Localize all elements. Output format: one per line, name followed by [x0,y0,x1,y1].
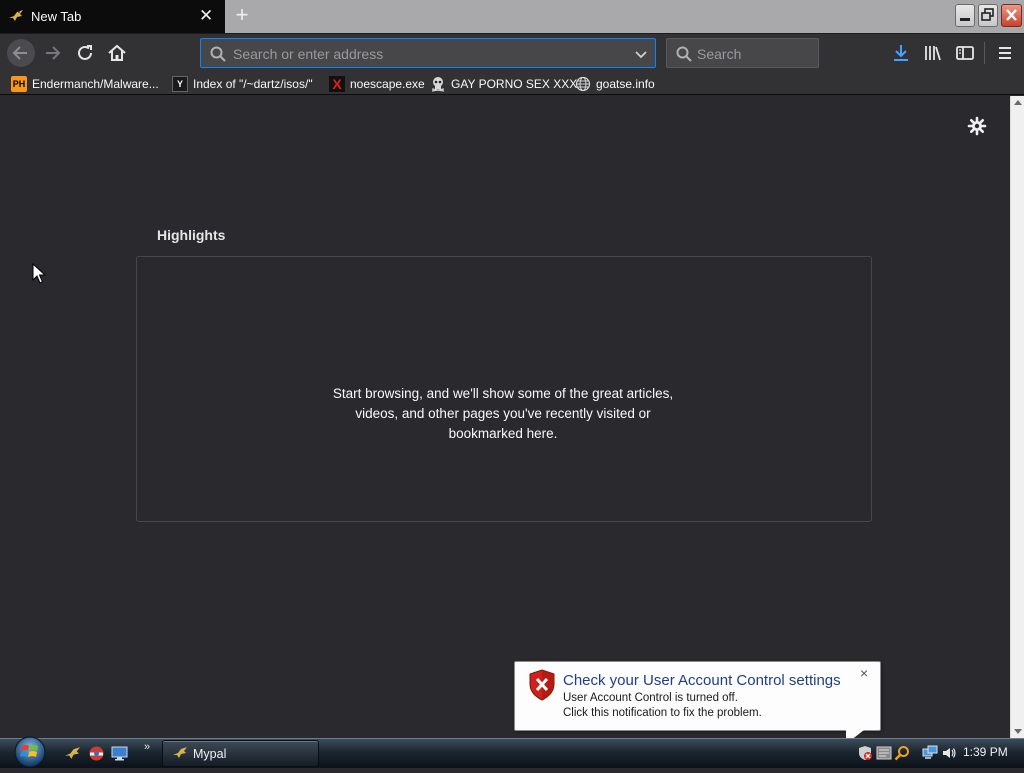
search-icon [894,746,909,761]
bookmark-label: Index of "/~dartz/isos/" [193,77,313,91]
reload-icon [78,45,92,60]
toolbar-separator [984,42,985,64]
menu-button[interactable] [994,42,1016,64]
vertical-scrollbar[interactable] [1010,96,1024,738]
download-icon [894,45,908,61]
restore-icon [981,8,994,21]
settings-gear-button[interactable] [966,115,988,137]
quicklaunch-more-chevron[interactable]: » [144,741,150,753]
mypal-bird-icon [65,747,80,759]
taskbar-button-mypal[interactable]: Mypal [162,740,319,767]
taskbar-button-label: Mypal [193,747,227,761]
hamburger-menu-icon [999,47,1011,59]
library-icon [925,46,941,61]
bookmark-item[interactable]: Y Index of "/~dartz/isos/" [172,73,313,95]
home-icon [108,44,126,61]
search-icon [676,46,692,62]
back-button[interactable] [7,39,35,67]
bookmark-label: noescape.exe [350,77,425,91]
red-x-icon: X [329,76,345,92]
bookmark-label: goatse.info [596,77,655,91]
url-bar[interactable] [200,38,656,68]
tray-network[interactable] [922,745,938,761]
bookmark-item[interactable]: goatse.info [575,73,655,95]
bookmark-item[interactable]: PH Endermanch/Malware... [11,73,159,95]
chevron-down-icon[interactable] [633,46,649,62]
new-tab-button[interactable]: + [231,4,253,28]
quicklaunch-mypal[interactable] [64,745,81,762]
highlights-heading[interactable]: Highlights [157,227,225,243]
tab-title: New Tab [31,9,82,24]
search-input[interactable] [697,44,812,64]
notification-line-1: User Account Control is turned off. [563,692,738,704]
tab-new-tab[interactable]: New Tab ✕ [0,0,225,33]
security-alert-icon [859,746,872,760]
scroll-up-arrow-icon[interactable] [1014,100,1022,105]
search-icon [210,46,226,62]
tray-volume[interactable] [941,745,957,761]
quicklaunch-show-desktop[interactable] [111,745,128,762]
bookmark-item[interactable]: GAY PORNO SEX XXX [430,73,577,95]
desktop-icon [111,746,128,761]
search-bar[interactable] [666,38,819,68]
minimize-icon [960,18,970,21]
uac-notification-balloon[interactable]: Check your User Account Control settings… [514,661,881,731]
forward-button[interactable] [40,40,66,66]
notification-title: Check your User Account Control settings [563,672,841,689]
skull-icon [430,76,446,92]
gear-icon [967,116,987,136]
reload-button[interactable] [72,40,98,66]
arrow-left-icon [12,46,27,60]
sidebar-button[interactable] [954,42,976,64]
bookmark-item[interactable]: X noescape.exe [329,73,425,95]
bookmark-label: GAY PORNO SEX XXX [451,77,578,91]
application-icon [876,746,892,760]
ycombinator-icon: Y [172,76,188,92]
sidebar-icon [956,46,974,60]
mouse-cursor-icon [32,263,46,284]
highlights-empty-message: Start browsing, and we'll show some of t… [332,386,674,441]
network-icon [922,745,938,759]
arrow-right-icon [46,46,61,60]
quicklaunch-program[interactable] [88,745,105,762]
pornhub-icon: PH [11,76,27,92]
library-button[interactable] [922,42,944,64]
mypal-bird-icon [173,747,187,758]
bookmark-label: Endermanch/Malware... [32,77,159,91]
notification-close-button[interactable]: × [860,665,868,681]
window-minimize-button[interactable] [955,4,975,27]
globe-icon [575,76,591,92]
tab-close-button[interactable]: ✕ [199,7,213,24]
bookmarks-toolbar: PH Endermanch/Malware... Y Index of "/~d… [0,73,1024,95]
notification-line-2: Click this notification to fix the probl… [563,707,762,719]
security-shield-error-icon [529,669,555,701]
tray-program[interactable] [876,745,892,761]
close-icon [1006,9,1017,21]
application-icon [89,746,104,761]
window-restore-button[interactable] [978,4,998,27]
start-button[interactable] [8,734,52,768]
speaker-icon [943,748,956,758]
window-close-button[interactable] [1001,4,1022,27]
home-button[interactable] [104,40,130,66]
tray-search[interactable] [894,745,910,761]
tray-security-alert[interactable] [857,745,873,761]
downloads-button[interactable] [890,42,912,64]
mypal-bird-icon [9,10,23,21]
taskbar-clock[interactable]: 1:39 PM [963,745,1008,759]
scroll-down-arrow-icon[interactable] [1014,729,1022,734]
windows-orb-icon [14,736,46,768]
url-input[interactable] [233,44,623,64]
